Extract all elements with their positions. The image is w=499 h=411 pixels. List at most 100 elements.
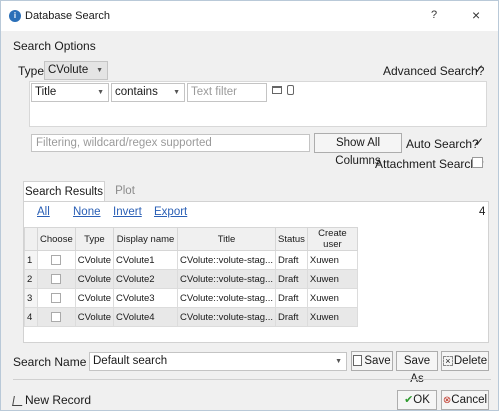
- display-name-cell: CVolute1: [113, 250, 179, 270]
- result-count: 4: [479, 206, 486, 218]
- clear-icon[interactable]: [287, 85, 294, 95]
- create-user-cell: Xuwen: [306, 307, 358, 327]
- row-checkbox[interactable]: [51, 292, 62, 303]
- save-button[interactable]: Save: [351, 351, 393, 371]
- table-row[interactable]: 4 CVolute CVolute4 CVolute::volute-stag.…: [24, 307, 358, 327]
- chevron-down-icon: ▼: [335, 358, 342, 365]
- row-checkbox[interactable]: [51, 273, 62, 284]
- status-cell: Draft: [274, 250, 308, 270]
- select-all-link[interactable]: All: [37, 206, 50, 218]
- type-cell: CVolute: [74, 250, 115, 270]
- ok-label: OK: [413, 394, 430, 406]
- cancel-label: Cancel: [451, 394, 488, 406]
- col-header-status[interactable]: Status: [274, 227, 308, 251]
- filter-placeholder: Filtering, wildcard/regex supported: [36, 137, 212, 149]
- status-cell: Draft: [274, 307, 308, 327]
- delete-label: Delete: [453, 355, 488, 367]
- export-link[interactable]: Export: [154, 206, 187, 218]
- operator-value: contains: [115, 86, 158, 98]
- cancel-button[interactable]: ⊗Cancel: [441, 390, 489, 410]
- window-title: Database Search: [25, 10, 110, 22]
- app-icon: i: [9, 10, 21, 22]
- type-cell: CVolute: [74, 288, 115, 308]
- close-button[interactable]: ×: [472, 7, 480, 23]
- display-name-cell: CVolute2: [113, 269, 179, 289]
- chevron-down-icon: ▼: [97, 89, 104, 96]
- help-button[interactable]: ?: [431, 9, 437, 21]
- title-cell: CVolute::volute-stag...: [177, 269, 276, 289]
- operator-select[interactable]: contains ▼: [111, 83, 185, 102]
- new-record-label: New Record: [25, 393, 92, 407]
- row-number: 4: [24, 307, 38, 327]
- row-number: 3: [24, 288, 38, 308]
- auto-search-checkbox[interactable]: ✓: [474, 135, 484, 149]
- check-icon: ✔: [404, 394, 414, 406]
- search-name-value: Default search: [93, 355, 168, 367]
- status-cell: Draft: [274, 288, 308, 308]
- col-header-choose[interactable]: Choose: [37, 227, 76, 251]
- delete-button[interactable]: × Delete: [441, 351, 489, 371]
- footer-separator: [13, 379, 491, 380]
- save-as-button[interactable]: Save As: [396, 351, 438, 385]
- delete-icon: ×: [442, 355, 453, 366]
- row-checkbox[interactable]: [51, 254, 62, 265]
- tab-plot[interactable]: Plot: [107, 181, 143, 202]
- type-cell: CVolute: [74, 307, 115, 327]
- choose-cell[interactable]: [37, 307, 76, 327]
- title-cell: CVolute::volute-stag...: [177, 288, 276, 308]
- choose-cell[interactable]: [37, 250, 76, 270]
- type-value: CVolute: [48, 64, 89, 76]
- choose-cell[interactable]: [37, 269, 76, 289]
- table-row[interactable]: 2 CVolute CVolute2 CVolute::volute-stag.…: [24, 269, 358, 289]
- create-user-cell: Xuwen: [306, 288, 358, 308]
- save-icon: [353, 355, 363, 367]
- row-number: 2: [24, 269, 38, 289]
- search-options-title: Search Options: [13, 39, 96, 53]
- chevron-down-icon: ▼: [96, 67, 103, 74]
- table-row[interactable]: 3 CVolute CVolute3 CVolute::volute-stag.…: [24, 288, 358, 308]
- type-cell: CVolute: [74, 269, 115, 289]
- status-cell: Draft: [274, 269, 308, 289]
- type-label: Type: [18, 64, 45, 78]
- select-none-link[interactable]: None: [73, 206, 101, 218]
- pencil-icon: [12, 395, 24, 406]
- title-cell: CVolute::volute-stag...: [177, 250, 276, 270]
- attachment-search-label: Attachment Search?: [375, 157, 484, 171]
- create-user-cell: Xuwen: [306, 250, 358, 270]
- ok-button[interactable]: ✔OK: [397, 390, 437, 410]
- display-name-cell: CVolute3: [113, 288, 179, 308]
- text-filter-placeholder: Text filter: [191, 86, 238, 98]
- col-header-type[interactable]: Type: [74, 227, 115, 251]
- invert-selection-link[interactable]: Invert: [113, 206, 142, 218]
- field-value: Title: [35, 86, 57, 98]
- show-all-columns-button[interactable]: Show All Columns: [314, 133, 402, 167]
- choose-cell[interactable]: [37, 288, 76, 308]
- advanced-search-checkbox[interactable]: ✓: [474, 62, 484, 76]
- row-number: 1: [24, 250, 38, 270]
- results-table: Choose Type Display name Title Status Cr…: [24, 227, 358, 327]
- type-select[interactable]: CVolute ▼: [44, 61, 108, 80]
- display-name-cell: CVolute4: [113, 307, 179, 327]
- col-header-display-name[interactable]: Display name: [113, 227, 179, 251]
- new-record-button[interactable]: New Record: [12, 393, 92, 407]
- table-row[interactable]: 1 CVolute CVolute1 CVolute::volute-stag.…: [24, 250, 358, 270]
- row-number-header: [24, 227, 38, 251]
- attachment-search-checkbox[interactable]: [472, 157, 483, 168]
- search-name-select[interactable]: Default search ▼: [89, 352, 347, 371]
- folder-icon[interactable]: [272, 86, 282, 94]
- row-checkbox[interactable]: [51, 311, 62, 322]
- tab-search-results[interactable]: Search Results: [23, 181, 105, 202]
- field-select[interactable]: Title ▼: [31, 83, 109, 102]
- title-bar: i Database Search ? ×: [1, 1, 498, 31]
- advanced-search-label: Advanced Search?: [383, 64, 485, 78]
- filter-input[interactable]: Filtering, wildcard/regex supported: [31, 134, 310, 152]
- save-label: Save: [364, 355, 391, 367]
- create-user-cell: Xuwen: [306, 269, 358, 289]
- col-header-title[interactable]: Title: [177, 227, 276, 251]
- search-name-label: Search Name: [13, 355, 87, 369]
- database-search-window: i Database Search ? × Search Options Typ…: [0, 0, 499, 411]
- title-cell: CVolute::volute-stag...: [177, 307, 276, 327]
- text-filter-input[interactable]: Text filter: [187, 83, 267, 102]
- chevron-down-icon: ▼: [173, 89, 180, 96]
- col-header-create-user[interactable]: Create user: [306, 227, 358, 251]
